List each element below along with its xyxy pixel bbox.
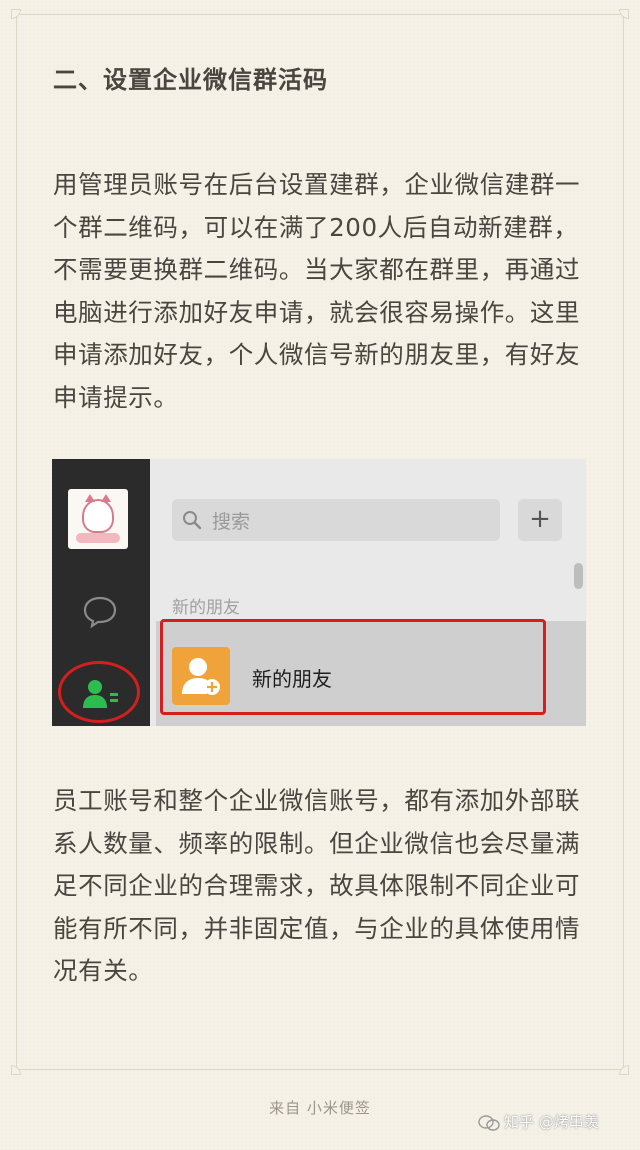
add-button[interactable]: + bbox=[518, 499, 562, 541]
contacts-icon[interactable] bbox=[82, 679, 120, 709]
paragraph-group-qrcode: 用管理员账号在后台设置建群，企业微信建群一个群二维码，可以在满了200人后自动新… bbox=[53, 170, 581, 412]
new-friends-label[interactable]: 新的朋友 bbox=[252, 663, 332, 692]
avatar-decoration bbox=[76, 533, 120, 543]
embedded-screenshot: 搜索 + 新的朋友 新的朋友 bbox=[52, 459, 586, 726]
add-friend-icon bbox=[172, 647, 230, 705]
watermark: 知乎 @烤串羡 bbox=[478, 1111, 599, 1132]
watermark-text: 知乎 @烤串羡 bbox=[504, 1113, 599, 1131]
paragraph-limits: 员工账号和整个企业微信账号，都有添加外部联系人数量、频率的限制。但企业微信也会尽… bbox=[53, 786, 581, 985]
section-heading: 二、设置企业微信群活码 bbox=[53, 66, 328, 94]
chat-bubble-icon[interactable] bbox=[82, 595, 118, 629]
cat-avatar-icon bbox=[82, 494, 114, 533]
note-page: 二、设置企业微信群活码 用管理员账号在后台设置建群，企业微信建群一个群二维码，可… bbox=[0, 0, 640, 1150]
wechat-logo-icon bbox=[478, 1114, 500, 1131]
border-corner bbox=[11, 9, 21, 19]
section-label: 新的朋友 bbox=[172, 598, 240, 618]
scrollbar[interactable] bbox=[574, 563, 583, 589]
search-icon bbox=[183, 511, 202, 530]
person-add-icon bbox=[182, 658, 220, 695]
border-corner bbox=[619, 1065, 629, 1075]
avatar[interactable] bbox=[68, 489, 128, 549]
app-sidebar bbox=[52, 459, 150, 726]
search-placeholder: 搜索 bbox=[212, 511, 251, 533]
search-input[interactable]: 搜索 bbox=[172, 499, 500, 541]
border-corner bbox=[619, 9, 629, 19]
border-corner bbox=[11, 1065, 21, 1075]
